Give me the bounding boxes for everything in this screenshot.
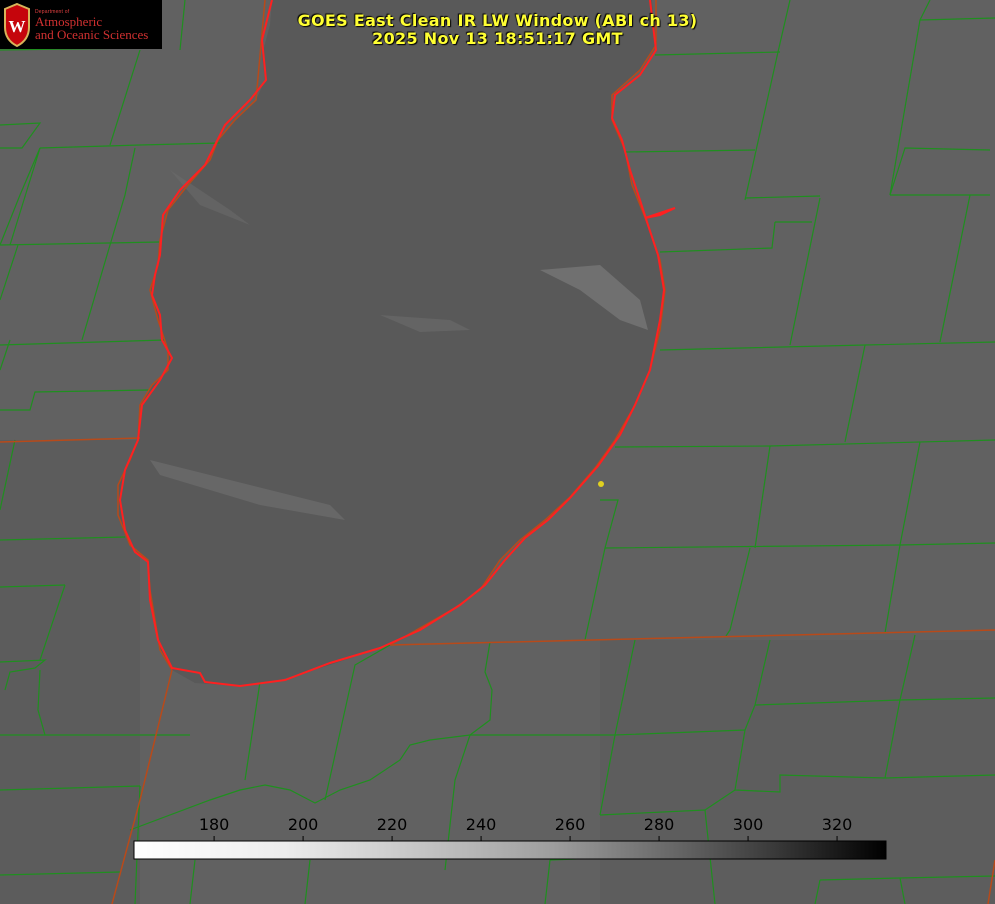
location-marker-icon (598, 481, 604, 487)
colorbar-tick-label: 240 (466, 815, 497, 834)
colorbar-tick-label: 260 (555, 815, 586, 834)
colorbar-gradient (133, 840, 887, 860)
colorbar-tick-label: 200 (288, 815, 319, 834)
satellite-map: 180 200 220 240 260 280 300 320 W Department of… (0, 0, 995, 904)
colorbar-tick-label: 320 (822, 815, 853, 834)
land-shade-south (600, 640, 995, 904)
colorbar-tick-label: 220 (377, 815, 408, 834)
map-canvas: 180 200 220 240 260 280 300 320 (0, 0, 995, 904)
colorbar-tick-label: 180 (199, 815, 230, 834)
colorbar-tick-label: 300 (733, 815, 764, 834)
crest-letter: W (9, 17, 26, 36)
colorbar-tick-label: 280 (644, 815, 675, 834)
uw-aos-logo: W Department of Atmospheric and Oceanic … (0, 0, 162, 49)
logo-line-oceanic-sciences: and Oceanic Sciences (35, 27, 149, 42)
uw-crest-icon: W (4, 3, 30, 47)
